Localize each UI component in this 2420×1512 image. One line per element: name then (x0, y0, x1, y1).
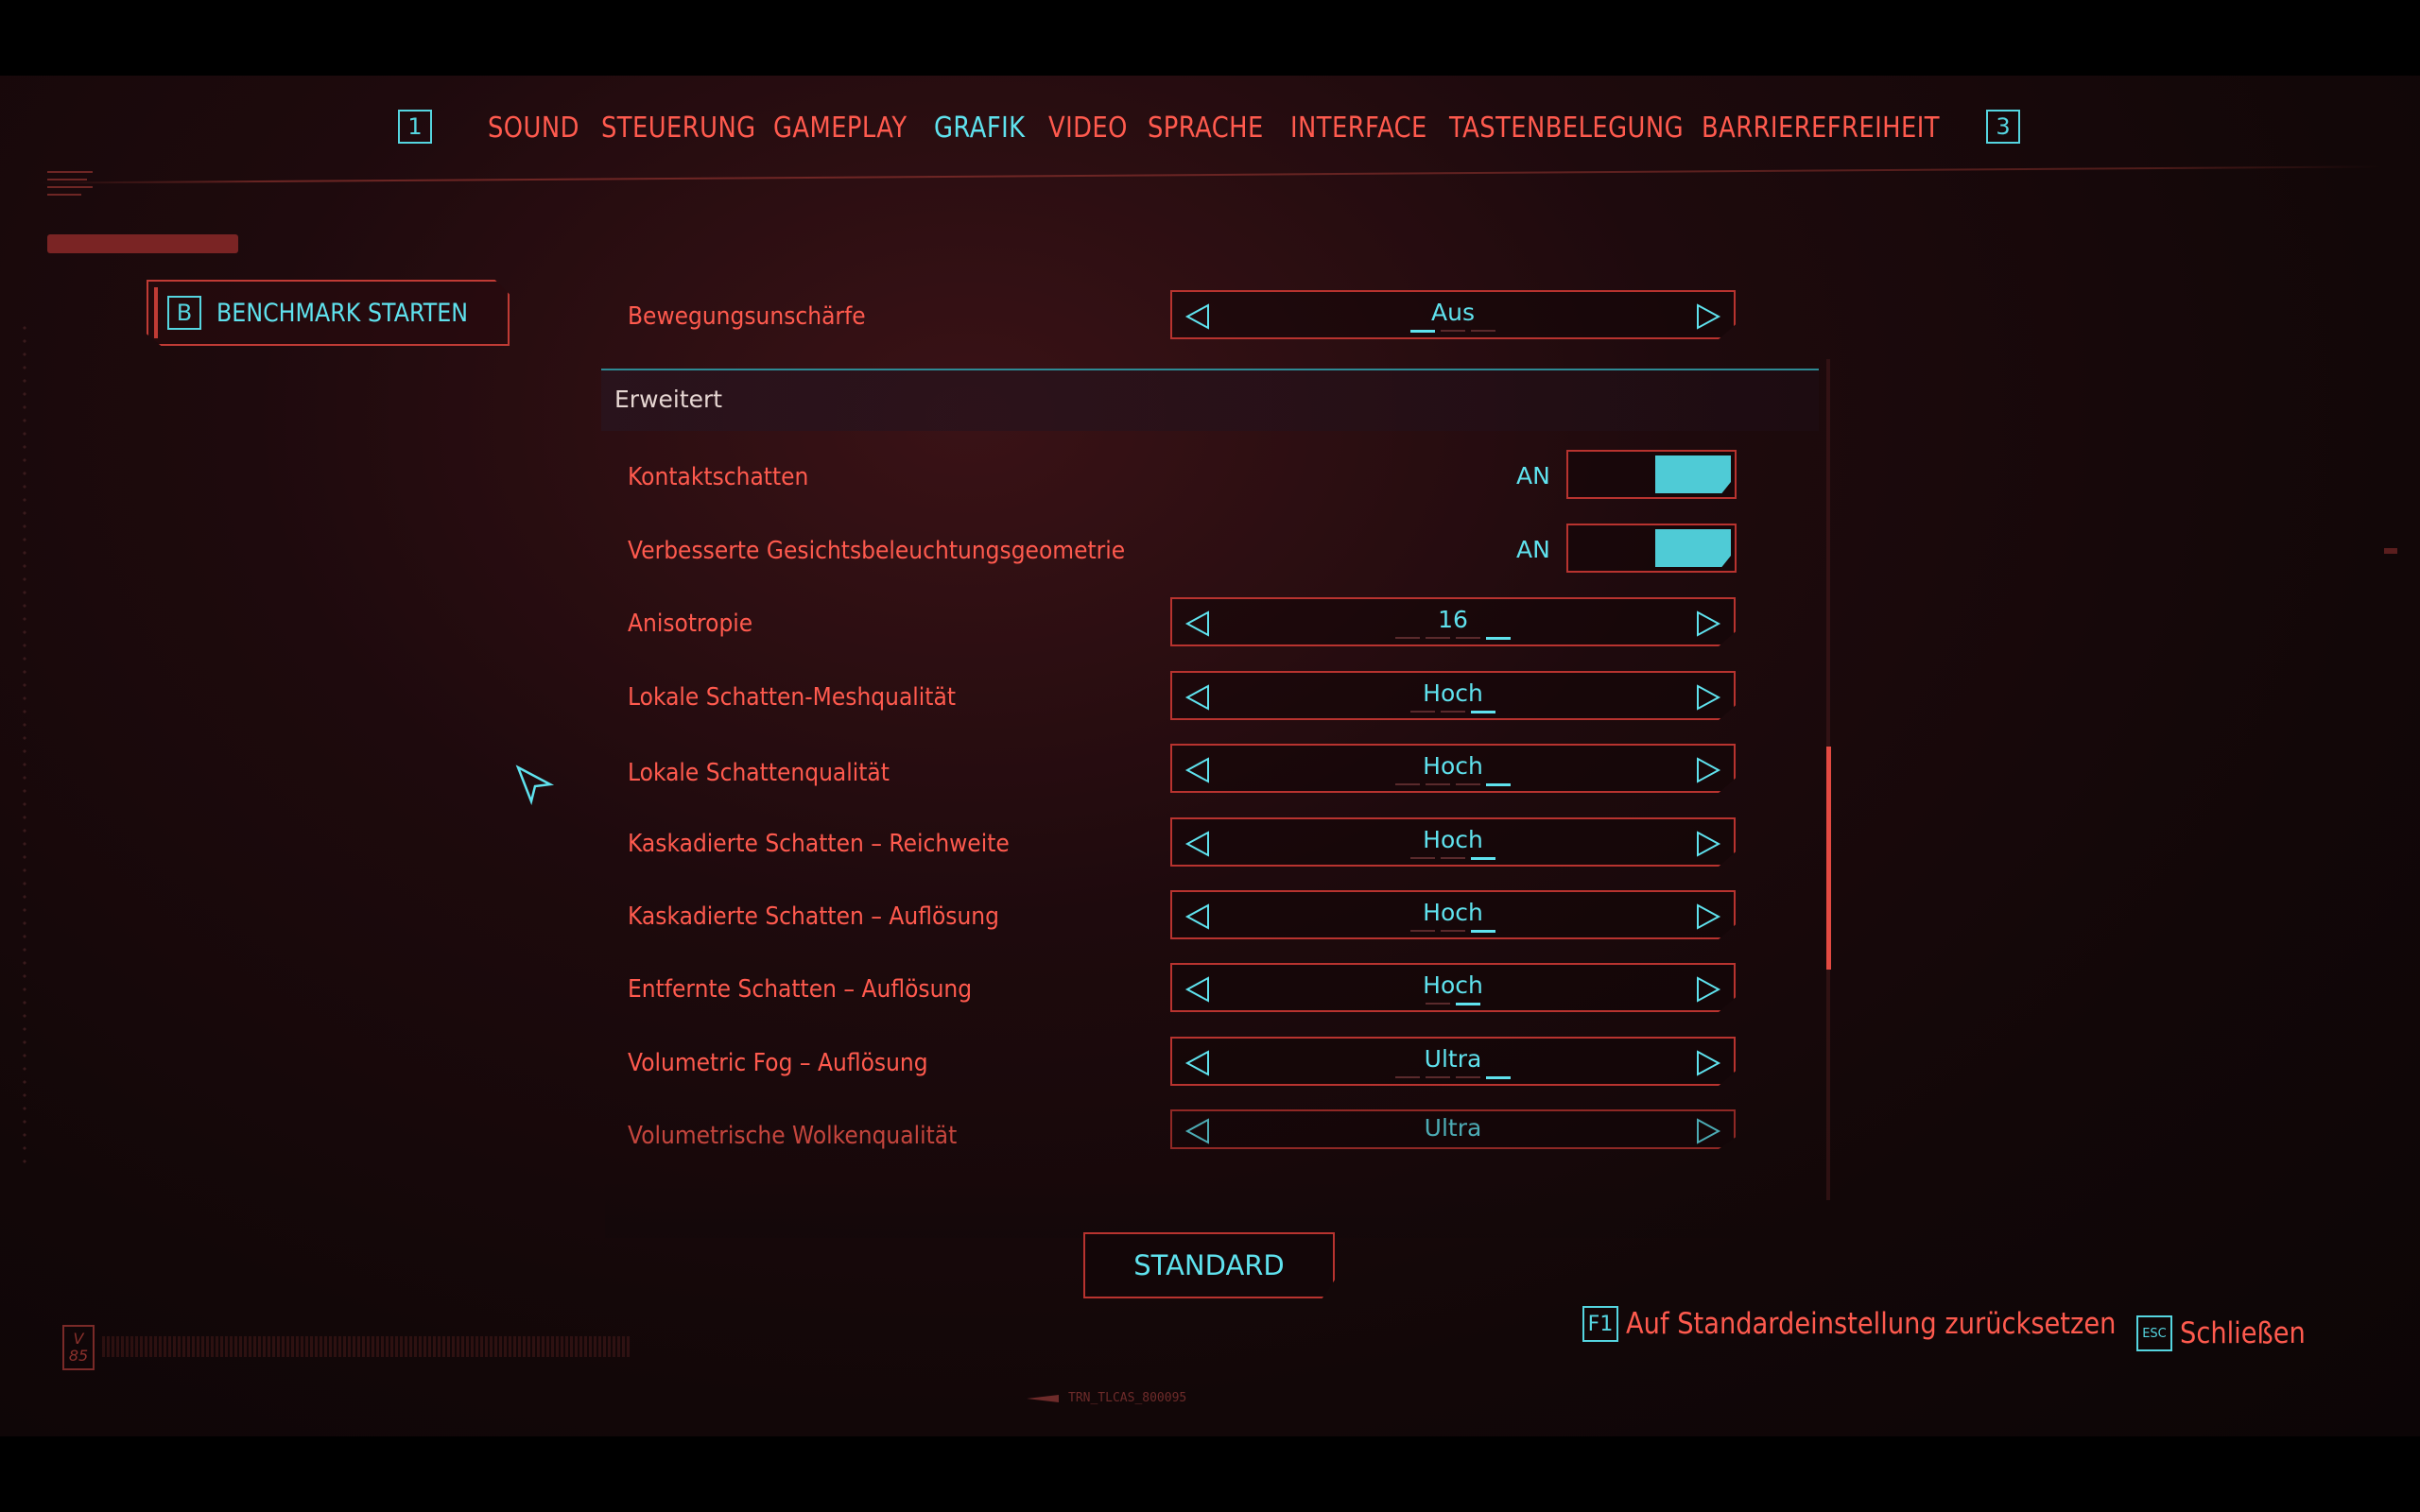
selector-value: Hoch (1423, 826, 1483, 853)
selector-ticks (1410, 857, 1495, 860)
section-title: Erweitert (614, 386, 723, 413)
tab-video[interactable]: VIDEO (1048, 112, 1128, 145)
benchmark-button[interactable]: B BENCHMARK STARTEN (147, 280, 510, 346)
tab-tastenbelegung[interactable]: TASTENBELEGUNG (1449, 112, 1684, 145)
selector-ticks (1395, 637, 1511, 640)
close-label: Schließen (2180, 1316, 2306, 1350)
setting-label-cascaded-range: Kaskadierte Schatten – Reichweite (628, 830, 1010, 858)
selector-ticks (1410, 930, 1495, 933)
tab-grafik[interactable]: GRAFIK (934, 112, 1025, 145)
selector-ticks (1426, 1003, 1480, 1005)
arrow-right-icon[interactable] (1694, 610, 1722, 638)
setting-label-local-shadow-mesh-quality: Lokale Schatten-Meshqualität (628, 683, 956, 712)
tab-barrierefreiheit[interactable]: BARRIEREFREIHEIT (1702, 112, 1940, 145)
setting-label-motion-blur: Bewegungsunschärfe (628, 302, 866, 331)
tab-sprache[interactable]: SPRACHE (1148, 112, 1264, 145)
setting-label-volumetric-clouds: Volumetrische Wolkenqualität (628, 1122, 958, 1150)
selector-motion-blur[interactable]: Aus (1170, 290, 1736, 339)
selector-value: Aus (1431, 299, 1475, 326)
nav-divider (38, 165, 2382, 184)
version-badge-icon: V 85 (62, 1325, 95, 1370)
selector-distant-shadows[interactable]: Hoch (1170, 963, 1736, 1012)
corner-glyph-icon (47, 171, 93, 196)
esc-key: ESC (2136, 1315, 2172, 1351)
arrow-right-icon[interactable] (1694, 1117, 1722, 1145)
fine-print-decoration (102, 1336, 631, 1357)
list-fade (605, 1181, 1834, 1238)
benchmark-key: B (167, 296, 201, 330)
side-decoration (23, 321, 26, 1172)
tab-sound[interactable]: SOUND (488, 112, 579, 145)
arrow-right-icon[interactable] (1694, 1049, 1722, 1077)
toggle-fill (1655, 455, 1731, 493)
selector-value: Ultra (1424, 1114, 1482, 1142)
arrow-right-icon[interactable] (1694, 683, 1722, 712)
selector-anisotropy[interactable]: 16 (1170, 597, 1736, 646)
tab-steuerung[interactable]: STEUERUNG (601, 112, 756, 145)
arrow-right-icon[interactable] (1694, 756, 1722, 784)
reset-defaults-label: Auf Standardeinstellung zurücksetzen (1626, 1307, 2117, 1341)
selector-ticks (1395, 1076, 1511, 1079)
pin-badge (47, 234, 238, 253)
next-tab-key[interactable]: 3 (1986, 110, 2020, 144)
setting-label-volumetric-fog: Volumetric Fog – Auflösung (628, 1049, 928, 1077)
tab-gameplay[interactable]: GAMEPLAY (773, 112, 908, 145)
setting-label-distant-shadows: Entfernte Schatten – Auflösung (628, 975, 973, 1004)
setting-label-contact-shadows: Kontaktschatten (628, 463, 809, 491)
selector-local-shadow-mesh-quality[interactable]: Hoch (1170, 671, 1736, 720)
prev-tab-key[interactable]: 1 (398, 110, 432, 144)
edge-marker (2384, 548, 2397, 554)
arrow-right-icon[interactable] (1694, 830, 1722, 858)
selector-volumetric-clouds[interactable]: Ultra (1170, 1109, 1736, 1149)
toggle-contact-shadows[interactable] (1566, 450, 1737, 499)
toggle-value-contact-shadows: AN (1516, 462, 1550, 490)
toggle-face-lighting[interactable] (1566, 524, 1737, 573)
arrow-right-icon[interactable] (1694, 975, 1722, 1004)
setting-label-cascaded-resolution: Kaskadierte Schatten – Auflösung (628, 902, 999, 931)
close-hint[interactable]: ESC Schließen (2136, 1315, 2323, 1351)
tab-interface[interactable]: INTERFACE (1290, 112, 1427, 145)
selector-local-shadow-quality[interactable]: Hoch (1170, 744, 1736, 793)
selector-value: Ultra (1424, 1045, 1482, 1073)
scrollbar-thumb[interactable] (1826, 747, 1831, 970)
selector-cascaded-resolution[interactable]: Hoch (1170, 890, 1736, 939)
arrow-right-icon[interactable] (1694, 902, 1722, 931)
arrow-right-icon[interactable] (1694, 302, 1722, 331)
selector-volumetric-fog[interactable]: Ultra (1170, 1037, 1736, 1086)
toggle-value-face-lighting: AN (1516, 536, 1550, 563)
setting-label-anisotropy: Anisotropie (628, 610, 753, 638)
cursor-icon (515, 765, 555, 805)
toggle-fill (1655, 529, 1731, 567)
setting-label-face-lighting: Verbesserte Gesichtsbeleuchtungsgeometri… (628, 537, 1126, 565)
selector-value: Hoch (1423, 679, 1483, 707)
selector-value: Hoch (1423, 971, 1483, 999)
f1-key: F1 (1582, 1306, 1618, 1342)
selector-ticks (1395, 783, 1511, 786)
selector-ticks (1410, 330, 1495, 333)
selector-cascaded-range[interactable]: Hoch (1170, 817, 1736, 867)
benchmark-accent-bar (154, 287, 158, 338)
selector-value: Hoch (1423, 752, 1483, 780)
footer-code: TRN_TLCAS_800095 (1027, 1391, 1186, 1405)
footer-code-text: TRN_TLCAS_800095 (1068, 1391, 1187, 1405)
selector-value: Hoch (1423, 899, 1483, 926)
selector-ticks (1410, 711, 1495, 713)
reset-defaults-hint[interactable]: F1 Auf Standardeinstellung zurücksetzen (1582, 1306, 2183, 1342)
setting-label-local-shadow-quality: Lokale Schattenqualität (628, 759, 890, 787)
section-header-erweitert: Erweitert (601, 369, 1819, 431)
standard-button[interactable]: STANDARD (1083, 1232, 1335, 1298)
arrow-marker-icon (1027, 1394, 1059, 1402)
benchmark-label: BENCHMARK STARTEN (216, 299, 469, 328)
selector-value: 16 (1438, 606, 1468, 633)
settings-screen: 1 SOUND STEUERUNG GAMEPLAY GRAFIK VIDEO … (0, 76, 2420, 1436)
